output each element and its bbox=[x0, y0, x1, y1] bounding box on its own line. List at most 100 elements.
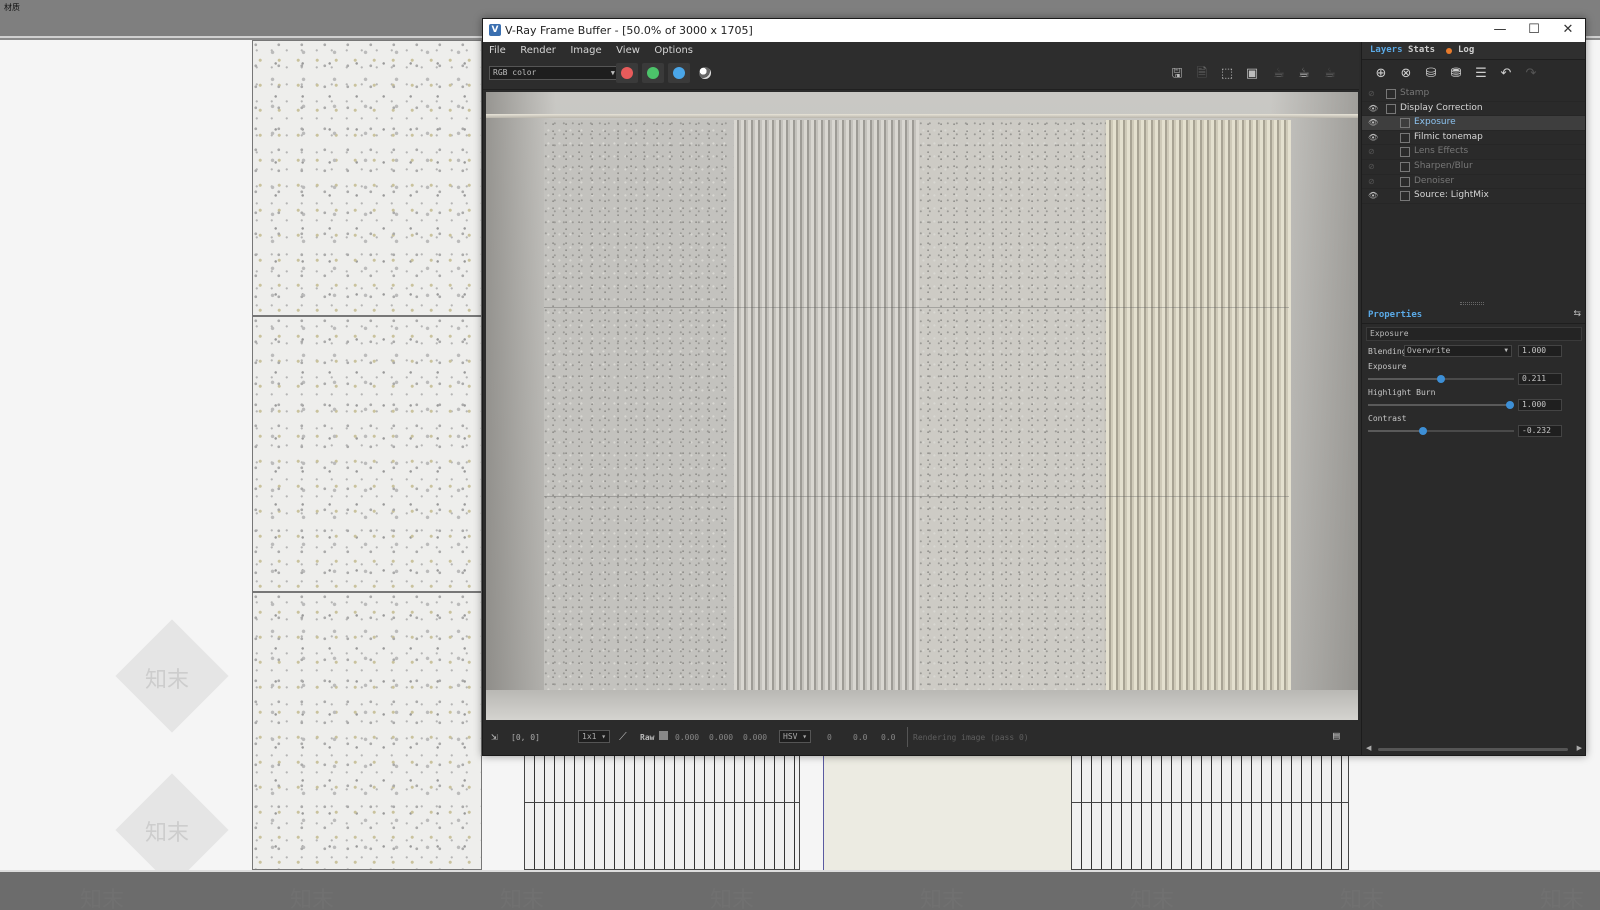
alpha-channel-button[interactable] bbox=[694, 63, 716, 83]
blending-label: Blending bbox=[1368, 347, 1407, 356]
menu-file[interactable]: File bbox=[483, 42, 511, 56]
visibility-eye-icon[interactable]: ⊘ bbox=[1368, 162, 1375, 171]
save-layer-tree-icon[interactable]: ⛁ bbox=[1422, 65, 1440, 83]
layer-row[interactable]: ⊘ Sharpen/Blur bbox=[1362, 160, 1585, 175]
blending-opacity-field[interactable]: 1.000 bbox=[1518, 345, 1562, 357]
green-channel-icon bbox=[647, 67, 659, 79]
exposure-value-field[interactable]: 0.211 bbox=[1518, 373, 1562, 385]
visibility-eye-icon[interactable]: 👁 bbox=[1368, 191, 1378, 200]
render-channel-select[interactable]: RGB color ▼ bbox=[489, 66, 619, 80]
panel-splitter-handle[interactable] bbox=[1460, 302, 1484, 305]
contrast-value-field[interactable]: -0.232 bbox=[1518, 425, 1562, 437]
export-image-icon[interactable]: 🗎 bbox=[1193, 66, 1211, 82]
panel-horizontal-scrollbar[interactable]: ◀ ▶ bbox=[1366, 744, 1582, 752]
close-button[interactable]: ✕ bbox=[1551, 19, 1585, 42]
blending-mode-value: Overwrite bbox=[1407, 346, 1451, 355]
delete-layer-icon[interactable]: ⊗ bbox=[1397, 65, 1415, 83]
properties-options-icon[interactable]: ⇆ bbox=[1573, 309, 1581, 319]
watermark-text: 知末 bbox=[145, 668, 190, 693]
red-channel-button[interactable] bbox=[616, 63, 638, 83]
scroll-right-icon[interactable]: ▶ bbox=[1577, 744, 1582, 752]
render-viewport[interactable] bbox=[486, 92, 1358, 720]
menu-options[interactable]: Options bbox=[648, 42, 698, 56]
layer-row[interactable]: ⊘ Denoiser bbox=[1362, 175, 1585, 190]
layer-row[interactable]: ⊘ Lens Effects bbox=[1362, 145, 1585, 160]
pixel-s-value: 0.0 bbox=[853, 733, 868, 742]
layer-name: Filmic tonemap bbox=[1414, 131, 1483, 142]
follow-mouse-icon[interactable]: ▣ bbox=[1243, 66, 1261, 82]
layer-presets-icon[interactable]: ☰ bbox=[1472, 65, 1490, 83]
render-icon[interactable]: ☕ bbox=[1295, 66, 1313, 82]
render-channel-value: RGB color bbox=[493, 68, 537, 77]
tab-layers[interactable]: Layers bbox=[1370, 45, 1403, 55]
visibility-eye-icon[interactable]: 👁 bbox=[1368, 118, 1378, 127]
scrollbar-thumb[interactable] bbox=[1378, 748, 1568, 751]
highlight-burn-slider-handle[interactable] bbox=[1505, 401, 1514, 409]
layer-name: Stamp bbox=[1400, 88, 1430, 98]
render-status-message: Rendering image (pass 0) bbox=[913, 733, 1029, 742]
layer-type-icon bbox=[1386, 89, 1396, 99]
region-render-icon[interactable]: ⬚ bbox=[1218, 66, 1236, 82]
render-stone-panel bbox=[544, 120, 734, 690]
chevron-down-icon: ▼ bbox=[1504, 347, 1508, 354]
layer-row[interactable]: 👁 Display Correction bbox=[1362, 102, 1585, 117]
layer-row[interactable]: 👁 Exposure bbox=[1362, 116, 1585, 131]
title-bar[interactable]: V V-Ray Frame Buffer - [50.0% of 3000 x … bbox=[483, 19, 1585, 42]
zoom-select[interactable]: 1x1 ▾ bbox=[578, 730, 611, 743]
blending-mode-select[interactable]: Overwrite ▼ bbox=[1404, 345, 1512, 357]
menu-view[interactable]: View bbox=[610, 42, 645, 56]
save-image-icon[interactable]: 🖫 bbox=[1168, 66, 1186, 82]
tab-log[interactable]: Log bbox=[1458, 45, 1474, 55]
highlight-burn-label: Highlight Burn bbox=[1368, 388, 1436, 397]
curve-icon[interactable]: ⟋ bbox=[619, 730, 627, 744]
terrazzo-panel-top bbox=[252, 40, 482, 316]
history-panel-icon[interactable]: ▤ bbox=[1333, 729, 1340, 742]
maximize-button[interactable]: ☐ bbox=[1517, 19, 1551, 42]
pick-pixel-icon[interactable]: ⇲ bbox=[491, 730, 498, 743]
contrast-label: Contrast bbox=[1368, 414, 1407, 423]
visibility-eye-icon[interactable]: ⊘ bbox=[1368, 89, 1375, 98]
pixel-h-value: 0 bbox=[827, 733, 832, 742]
stop-render-icon[interactable]: ☕ bbox=[1321, 66, 1339, 82]
color-mode-select[interactable]: HSV ▾ bbox=[779, 730, 812, 743]
highlight-burn-value-field[interactable]: 1.000 bbox=[1518, 399, 1562, 411]
start-interactive-icon[interactable]: ☕ bbox=[1270, 66, 1288, 82]
pixel-b-value: 0.000 bbox=[743, 733, 768, 742]
layer-row[interactable]: 👁 Source: LightMix bbox=[1362, 189, 1585, 204]
menu-render[interactable]: Render bbox=[514, 42, 561, 56]
green-channel-button[interactable] bbox=[642, 63, 664, 83]
menu-bar: File Render Image View Options bbox=[483, 42, 1359, 60]
undo-icon[interactable]: ↶ bbox=[1497, 65, 1515, 83]
highlight-burn-slider-fill bbox=[1368, 404, 1510, 406]
pixel-coordinates: [0, 0] bbox=[511, 733, 540, 742]
highlight-burn-slider[interactable] bbox=[1368, 401, 1514, 409]
blue-channel-button[interactable] bbox=[668, 63, 690, 83]
visibility-eye-icon[interactable]: 👁 bbox=[1368, 133, 1378, 142]
exposure-slider[interactable] bbox=[1368, 375, 1514, 383]
visibility-eye-icon[interactable]: ⊘ bbox=[1368, 147, 1375, 156]
raw-label: Raw bbox=[640, 733, 655, 742]
tab-stats[interactable]: Stats bbox=[1408, 45, 1435, 55]
layer-row[interactable]: 👁 Filmic tonemap bbox=[1362, 131, 1585, 146]
layer-name: Source: LightMix bbox=[1414, 190, 1489, 201]
watermark-text: 知末 bbox=[1540, 888, 1585, 910]
layer-row[interactable]: ⊘ Stamp bbox=[1362, 87, 1585, 102]
scroll-left-icon[interactable]: ◀ bbox=[1366, 744, 1371, 752]
contrast-slider[interactable] bbox=[1368, 427, 1514, 435]
properties-header: Properties ⇆ bbox=[1362, 308, 1585, 324]
visibility-eye-icon[interactable]: ⊘ bbox=[1368, 177, 1375, 186]
raw-color-swatch bbox=[659, 731, 668, 740]
contrast-slider-handle[interactable] bbox=[1419, 427, 1428, 435]
exposure-slider-handle[interactable] bbox=[1437, 375, 1445, 383]
menu-image[interactable]: Image bbox=[564, 42, 606, 56]
layer-name: Exposure bbox=[1414, 117, 1456, 128]
add-layer-icon[interactable]: ⊕ bbox=[1372, 65, 1390, 83]
redo-icon[interactable]: ↷ bbox=[1522, 65, 1540, 83]
load-layer-tree-icon[interactable]: ⛃ bbox=[1447, 65, 1465, 83]
minimize-button[interactable]: — bbox=[1483, 19, 1517, 42]
visibility-eye-icon[interactable]: 👁 bbox=[1368, 104, 1378, 113]
blue-channel-icon bbox=[673, 67, 685, 79]
terrazzo-panel-middle bbox=[252, 316, 482, 592]
status-divider bbox=[907, 727, 908, 747]
render-stone-panel bbox=[919, 120, 1104, 690]
